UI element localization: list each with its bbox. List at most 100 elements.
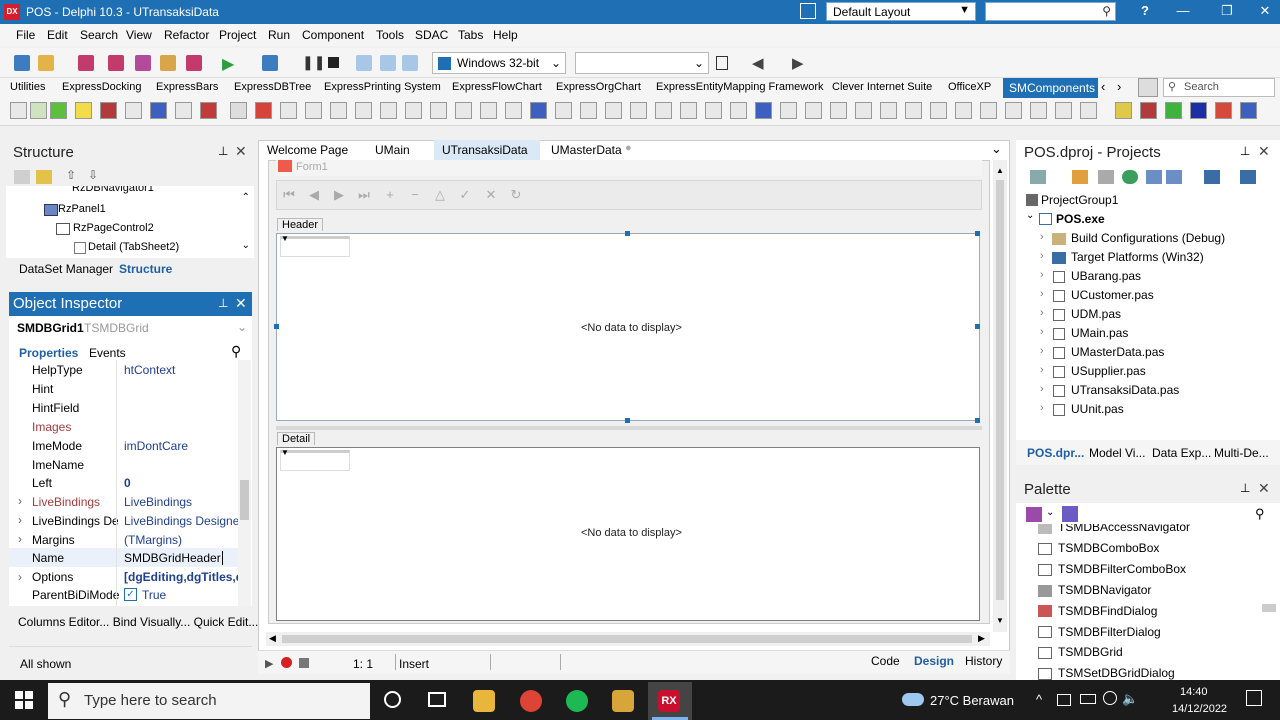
build-icon[interactable] (1146, 170, 1162, 184)
component-icon[interactable] (1055, 102, 1072, 119)
menu-tools[interactable]: Tools (376, 28, 404, 42)
component-icon[interactable] (150, 102, 167, 119)
palette-tab-expressdocking[interactable]: ExpressDocking (62, 81, 141, 93)
project-file[interactable]: UTransaksiData.pas (1071, 383, 1179, 397)
menu-help[interactable]: Help (493, 28, 518, 42)
pin-icon[interactable]: ⊥ (1240, 144, 1250, 158)
search-icon[interactable]: ⚲ (1255, 506, 1265, 522)
tab-umain[interactable]: UMain (375, 143, 410, 157)
scroll-down-icon[interactable]: ▼ (996, 616, 1004, 625)
component-icon[interactable] (1115, 102, 1132, 119)
collapse-icon[interactable] (36, 170, 52, 184)
editor-app-icon[interactable] (612, 690, 634, 712)
property-name[interactable]: HelpType (32, 363, 83, 377)
tab-model-view[interactable]: Model Vi... (1089, 446, 1145, 460)
inspector-links[interactable]: Columns Editor... Bind Visually... Quick… (18, 615, 258, 629)
menu-component[interactable]: Component (302, 28, 364, 42)
expand-icon[interactable]: › (1040, 288, 1044, 300)
component-icon[interactable] (125, 102, 142, 119)
project-file[interactable]: USupplier.pas (1071, 364, 1146, 378)
palette-search-input[interactable]: ⚲ Search (1163, 78, 1275, 97)
component-icon[interactable] (805, 102, 822, 119)
expand-icon[interactable]: › (1040, 307, 1044, 319)
pin-icon[interactable]: ⊥ (218, 296, 228, 310)
forward-icon[interactable]: ▶ (792, 54, 804, 72)
scroll-right-icon[interactable]: ▶ (978, 633, 985, 644)
run-to-cursor-icon[interactable] (402, 55, 418, 71)
property-value[interactable]: True (142, 588, 166, 602)
chrome-icon[interactable] (520, 690, 542, 712)
new-icon[interactable] (14, 55, 30, 71)
menu-project[interactable]: Project (219, 28, 256, 42)
palette-tab-smcomponents[interactable]: SMComponents (1003, 78, 1098, 98)
property-name[interactable]: LiveBindings Des (32, 514, 118, 528)
expand-icon[interactable]: › (1040, 250, 1044, 262)
component-icon[interactable] (855, 102, 872, 119)
component-icon[interactable] (755, 102, 772, 119)
scrollbar-thumb[interactable] (282, 635, 972, 643)
platform-select[interactable]: Windows 32-bit ⌄ (432, 52, 566, 74)
clock-date[interactable]: 14/12/2022 (1172, 703, 1227, 715)
menu-search[interactable]: Search (80, 28, 118, 42)
wifi-icon[interactable] (1103, 691, 1117, 705)
nav-delete-icon[interactable]: − (408, 188, 422, 202)
nav-last-icon[interactable]: ⏭ (357, 188, 371, 202)
nav-post-icon[interactable]: ✓ (458, 188, 472, 202)
component-icon[interactable] (50, 102, 67, 119)
chevron-down-icon[interactable]: ⌄ (237, 320, 247, 334)
palette-tab-officexp[interactable]: OfficeXP (948, 81, 991, 93)
component-icon[interactable] (200, 102, 217, 119)
component-icon[interactable] (630, 102, 647, 119)
nav-next-icon[interactable]: ▶ (332, 188, 346, 202)
palette-item[interactable]: TSMDBFindDialog (1058, 604, 1157, 618)
tab-design[interactable]: Design (914, 654, 954, 668)
volume-icon[interactable]: 🔈 (1122, 691, 1138, 707)
selection-handle[interactable] (975, 324, 980, 329)
component-icon[interactable] (730, 102, 747, 119)
options-icon[interactable] (1166, 170, 1182, 184)
name-edit-field[interactable]: SMDBGridHeader (124, 551, 223, 565)
component-icon[interactable] (880, 102, 897, 119)
palette-tab-utilities[interactable]: Utilities (10, 81, 45, 93)
tree-item[interactable]: Detail (TabSheet2) (88, 241, 179, 253)
project-item[interactable]: Target Platforms (Win32) (1071, 250, 1204, 264)
scroll-left-icon[interactable]: ◀ (269, 633, 276, 644)
component-icon[interactable] (30, 102, 47, 119)
scroll-down-icon[interactable]: ⌄ (242, 240, 250, 251)
chevron-up-icon[interactable]: ^ (1036, 692, 1042, 707)
menu-sdac[interactable]: SDAC (415, 28, 448, 42)
property-value[interactable]: LiveBindings Designer (124, 514, 243, 528)
expand-icon[interactable]: › (1040, 326, 1044, 338)
down-icon[interactable]: ⇩ (88, 168, 98, 182)
tab-close-icon[interactable]: ● (625, 142, 632, 154)
property-name[interactable]: Hint (32, 382, 53, 396)
component-icon[interactable] (1190, 102, 1207, 119)
play-icon[interactable]: ▶ (265, 657, 273, 670)
close-file-icon[interactable] (135, 55, 151, 71)
property-name[interactable]: Left (32, 476, 52, 490)
pause-icon[interactable]: ❚❚ (302, 54, 325, 71)
remove-file-icon[interactable] (186, 55, 202, 71)
scrollbar-thumb[interactable] (996, 180, 1004, 600)
tab-scroll-right-icon[interactable]: › (1117, 79, 1121, 94)
palette-item[interactable]: TSMDBFilterComboBox (1058, 562, 1186, 576)
component-icon[interactable] (1140, 102, 1157, 119)
save-icon[interactable] (78, 55, 94, 71)
tab-multi-device[interactable]: Multi-De... (1214, 446, 1269, 460)
palette-tab-expressprinting[interactable]: ExpressPrinting System (324, 81, 441, 93)
checkbox[interactable]: ✓ (124, 588, 137, 601)
property-name[interactable]: LiveBindings (32, 495, 100, 509)
scrollbar-thumb[interactable] (1262, 604, 1276, 612)
weather-icon[interactable] (902, 693, 924, 706)
palette-item[interactable]: TSMDBComboBox (1058, 541, 1159, 555)
nav-refresh-icon[interactable]: ↻ (509, 188, 523, 202)
clock-time[interactable]: 14:40 (1180, 686, 1208, 698)
menu-run[interactable]: Run (268, 28, 290, 42)
device-icon[interactable] (716, 56, 728, 70)
palette-item[interactable]: TSMDBAccessNavigator (1058, 524, 1190, 534)
project-group[interactable]: ProjectGroup1 (1041, 193, 1118, 207)
tab-events[interactable]: Events (89, 346, 126, 360)
component-icon[interactable] (75, 102, 92, 119)
delphi-icon[interactable]: RX (658, 690, 680, 712)
selection-handle[interactable] (975, 418, 980, 423)
